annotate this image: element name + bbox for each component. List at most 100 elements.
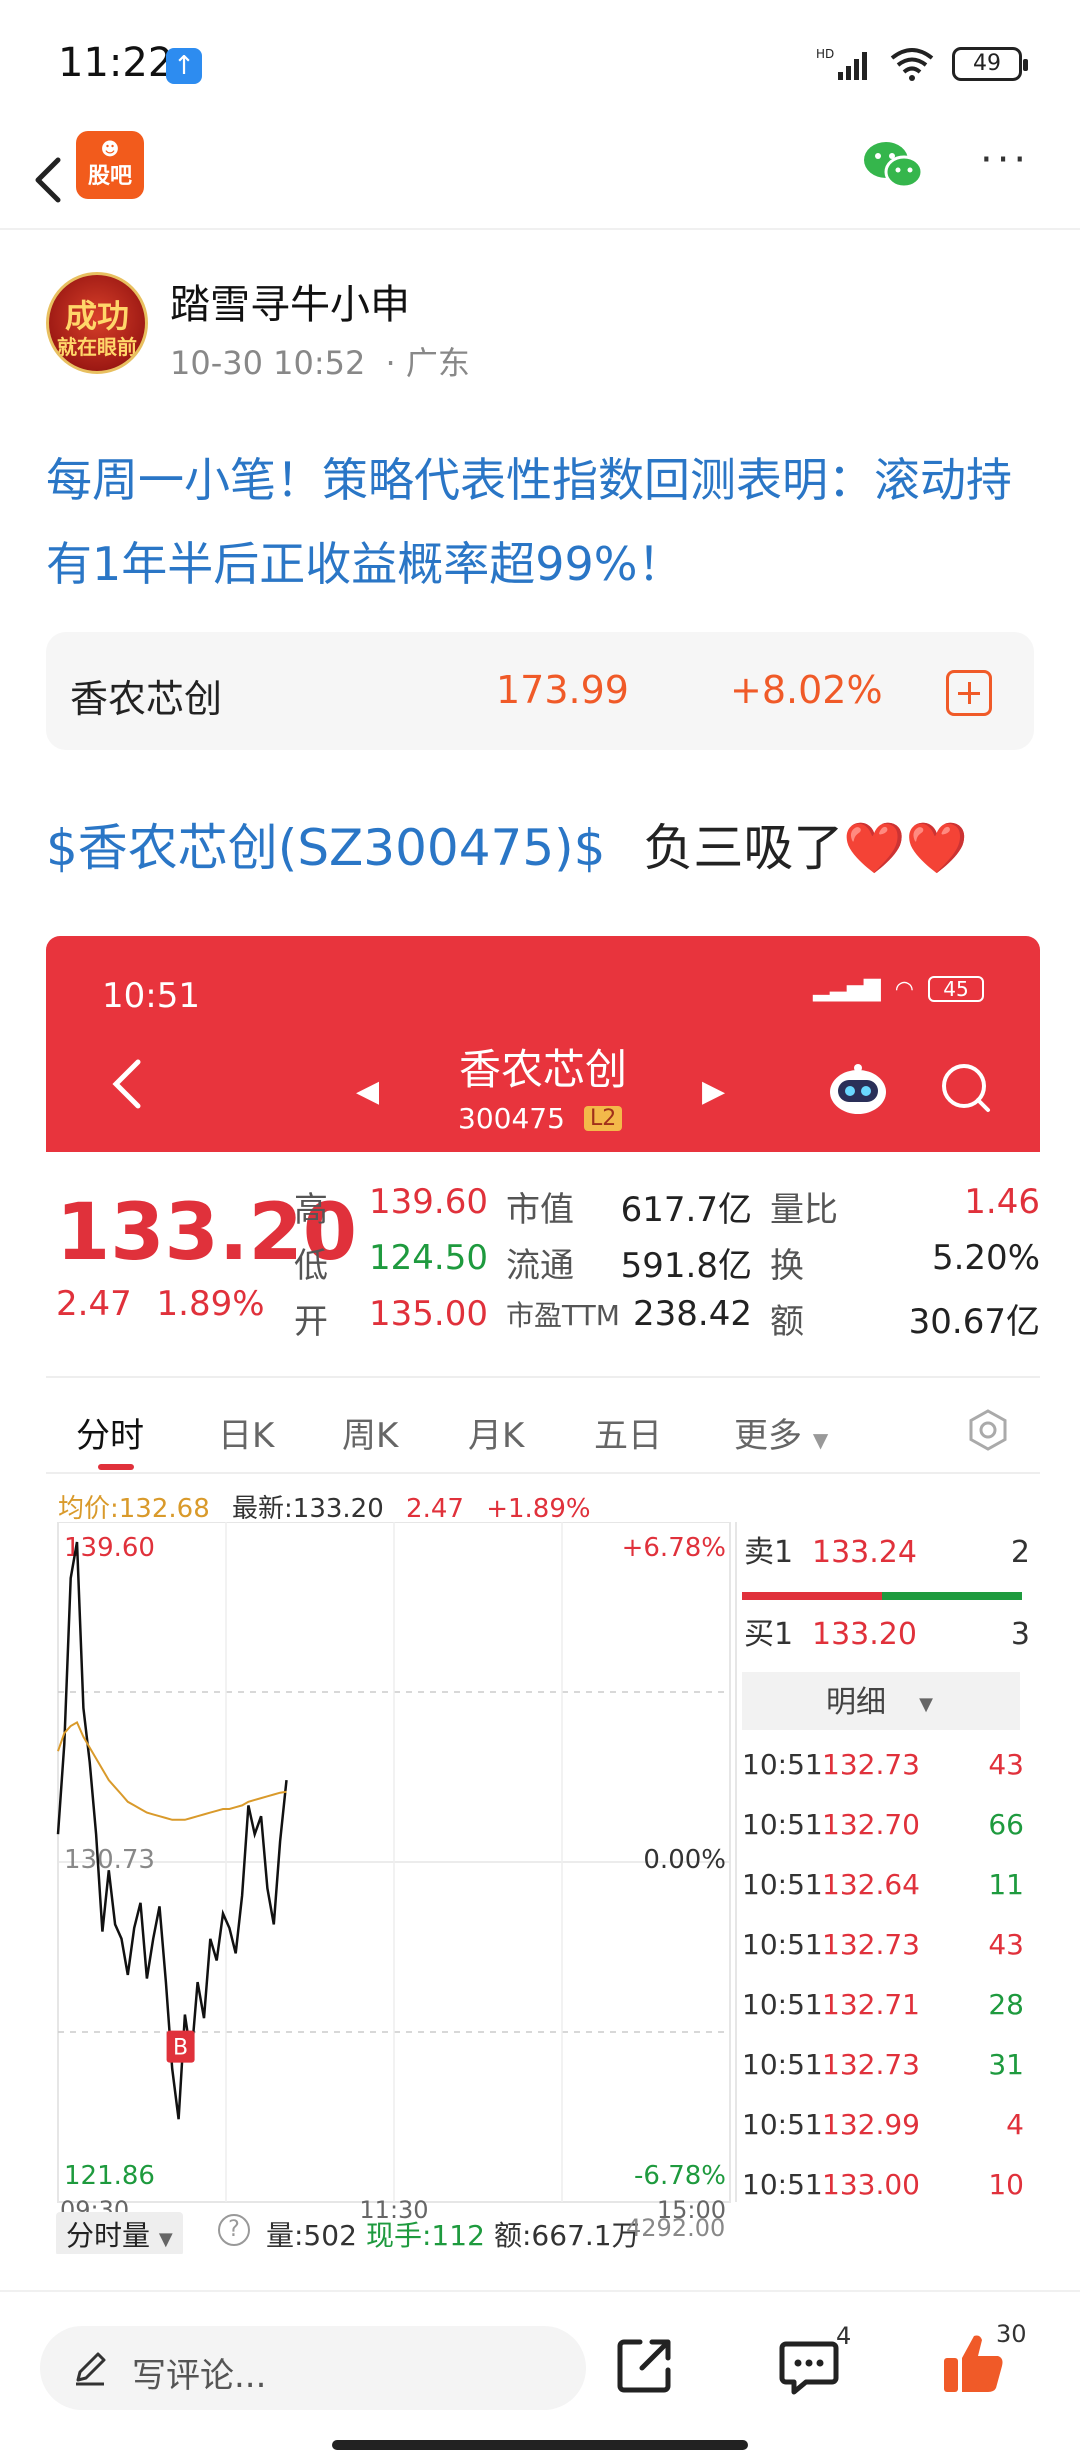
y-tick-label-right: +6.78% — [622, 1533, 726, 1563]
post-date: 10-30 10:52 — [170, 344, 366, 382]
trade-price: 132.70 — [822, 1808, 920, 1841]
intraday-chart-svg: 139.60130.73121.86+6.78%0.00%-6.78%09:30… — [56, 1521, 1030, 2254]
stat-volratio: 1.46 — [964, 1182, 1040, 1222]
avatar[interactable]: 成功 就在眼前 — [46, 272, 148, 374]
volume-value: 量:502 — [266, 2219, 357, 2252]
post-body: $香农芯创(SZ300475)$ 负三吸了❤️❤️ — [46, 808, 968, 880]
embed-change-pct: 1.89% — [156, 1284, 265, 1324]
stat-label: 额 — [770, 1302, 804, 1342]
stat-turnover: 5.20% — [931, 1238, 1040, 1278]
info-change: 2.47 — [406, 1494, 464, 1524]
trade-price: 132.73 — [822, 1748, 920, 1781]
wechat-share-icon[interactable] — [862, 138, 924, 194]
trade-time: 10:51 — [742, 1928, 823, 1961]
author-name[interactable]: 踏雪寻牛小申 — [170, 272, 410, 330]
share-icon[interactable] — [612, 2332, 678, 2398]
embedded-screenshot[interactable]: 10:51 ▂▃▅▇ ◠ 45 ◀ 香农芯创 ▶ 300475 L2 133.2… — [46, 936, 1040, 2254]
embed-stock-code: 300475 — [458, 1102, 565, 1135]
tab-weekly-k: 周K — [342, 1416, 399, 1456]
help-icon: ? — [218, 2214, 250, 2246]
trade-price: 132.99 — [822, 2108, 920, 2141]
embed-chart-tabs: 分时 日K 周K 月K 五日 更多 ▼ — [46, 1376, 1040, 1474]
tab-more: 更多 ▼ — [734, 1416, 829, 1456]
stock-card-price: 173.99 — [496, 668, 629, 712]
trade-time: 10:51 — [742, 1808, 823, 1841]
tab-five-day: 五日 — [594, 1416, 662, 1456]
trade-price: 132.71 — [822, 1988, 920, 2021]
pen-icon — [76, 2352, 106, 2386]
trade-price: 132.64 — [822, 1868, 920, 1901]
status-bar: 11:22 ↑ HD 49 — [0, 0, 1080, 130]
stat-open: 135.00 — [369, 1294, 488, 1334]
trade-time: 10:51 — [742, 2108, 823, 2141]
more-options-icon[interactable]: ··· — [980, 140, 1036, 186]
embed-header: 10:51 ▂▃▅▇ ◠ 45 ◀ 香农芯创 ▶ 300475 L2 — [46, 936, 1040, 1152]
volume-amount: 额:667.1万 — [494, 2219, 640, 2252]
stat-label: 市值 — [506, 1190, 574, 1230]
latest-price: 最新:133.20 — [232, 1494, 384, 1524]
post-location: · 广东 — [385, 344, 470, 382]
logo-label: 股吧 — [87, 164, 132, 189]
sell1-price: 133.24 — [812, 1535, 917, 1570]
detail-header-label: 明细 — [826, 1685, 886, 1720]
post-meta: 10-30 10:52 · 广东 — [170, 338, 470, 384]
stat-label: 量比 — [770, 1190, 838, 1230]
trade-qty: 66 — [988, 1808, 1024, 1841]
stats-row: 高 139.60 市值 617.7亿 量比 1.46 — [294, 1172, 1040, 1230]
trade-time: 10:51 — [742, 1988, 823, 2021]
stat-label: 换 — [770, 1246, 804, 1286]
post-title[interactable]: 每周一小笔！策略代表性指数回测表明：滚动持有1年半后正收益概率超99%！ — [46, 438, 1046, 606]
battery-icon: 49 — [952, 47, 1028, 81]
embed-status-icons: ▂▃▅▇ ◠ 45 — [813, 976, 984, 1002]
svg-text:HD: HD — [816, 47, 834, 61]
current-hand: 现手:112 — [366, 2219, 485, 2252]
intraday-chart: 139.60 130.73 121.86 +6.78% 0.00% -6.78% 09:30… — [46, 1521, 1040, 2254]
avatar-text-line2: 就在眼前 — [57, 335, 137, 359]
trade-qty: 43 — [988, 1928, 1024, 1961]
logo-mark-icon: ☻ — [100, 139, 120, 160]
bid-ask-bar-green — [882, 1592, 1022, 1600]
volume-extra: 4292.00 — [626, 2214, 726, 2242]
volume-mode-select: 分时量 ▼ — [56, 2212, 183, 2254]
buy1-price: 133.20 — [812, 1617, 917, 1652]
stat-mktcap: 617.7亿 — [620, 1190, 752, 1230]
avg-price: 均价:132.68 — [58, 1494, 210, 1524]
trade-price: 133.00 — [822, 2168, 920, 2201]
comment-count: 4 — [836, 2322, 852, 2350]
embed-time: 10:51 — [102, 976, 200, 1016]
trade-qty: 43 — [988, 1748, 1024, 1781]
trade-qty: 4 — [1006, 2108, 1024, 2141]
status-indicators: HD 49 — [816, 44, 1028, 84]
stat-pe: 238.42 — [633, 1294, 752, 1334]
stock-card[interactable]: 香农芯创 173.99 +8.02% — [46, 632, 1034, 750]
bottom-action-bar: 写评论... 4 30 — [0, 2290, 1080, 2460]
trade-qty: 10 — [988, 2168, 1024, 2201]
trade-time: 10:51 — [742, 2168, 823, 2201]
stat-label: 流通 — [506, 1246, 574, 1286]
chevron-down-icon: ▼ — [919, 1694, 933, 1715]
bid-ask-bar-red — [742, 1592, 882, 1600]
chevron-down-icon: ▼ — [812, 1428, 829, 1452]
guba-logo[interactable]: ☻ 股吧 — [76, 131, 144, 199]
robot-assistant-icon — [830, 1064, 886, 1114]
add-watchlist-button[interactable] — [946, 670, 992, 716]
back-button[interactable] — [22, 148, 82, 212]
stats-row: 开 135.00 市盈TTM 238.42 额 30.67亿 — [294, 1284, 1040, 1342]
embed-battery-icon: 45 — [928, 976, 984, 1002]
like-count: 30 — [996, 2320, 1027, 2348]
stock-tag-link[interactable]: $香农芯创(SZ300475)$ — [46, 819, 606, 877]
tab-monthly-k: 月K — [468, 1416, 525, 1456]
stat-label: 高 — [294, 1190, 328, 1230]
sell1-label: 卖1 — [744, 1535, 793, 1570]
home-indicator — [332, 2440, 748, 2450]
trade-qty: 28 — [988, 1988, 1024, 2021]
stats-row: 低 124.50 流通 591.8亿 换 5.20% — [294, 1228, 1040, 1286]
stat-label: 开 — [294, 1302, 328, 1342]
tab-daily-k: 日K — [218, 1416, 275, 1456]
trade-qty: 31 — [988, 2048, 1024, 2081]
buy-marker-label: B — [173, 2036, 188, 2061]
trade-time: 10:51 — [742, 1748, 823, 1781]
trade-time: 10:51 — [742, 1868, 823, 1901]
comment-input[interactable]: 写评论... — [40, 2326, 586, 2410]
comment-icon[interactable] — [776, 2332, 842, 2398]
